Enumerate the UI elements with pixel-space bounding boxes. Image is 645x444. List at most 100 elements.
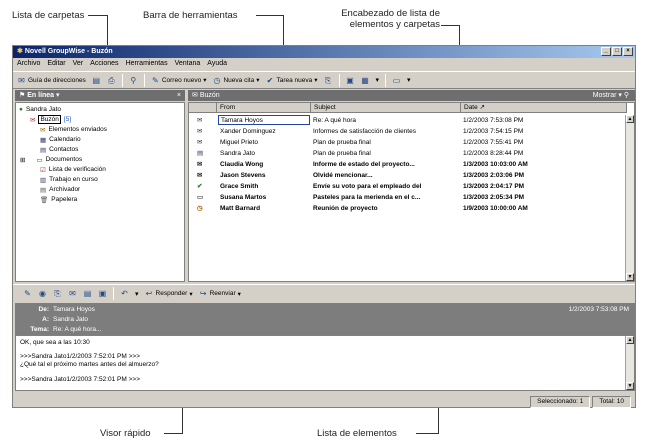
menu-ver[interactable]: Ver: [73, 58, 84, 70]
item-list-scrollbar[interactable]: ▲ ▼: [625, 115, 634, 281]
folder-cabinet[interactable]: ▤ Archivador: [40, 185, 80, 194]
table-row[interactable]: ▤ Sandra Jato Plan de prueba final 1/2/2…: [189, 148, 619, 159]
appointment-icon: ◷: [197, 205, 203, 212]
chevron-down-icon[interactable]: ▾: [135, 290, 139, 298]
column-subject-header[interactable]: Subject: [311, 103, 461, 113]
notes-icon[interactable]: ▤: [92, 76, 101, 85]
print-icon[interactable]: ⎙: [107, 76, 116, 85]
chevron-down-icon[interactable]: ▾: [56, 92, 60, 99]
folder-sent[interactable]: ✉ Elementos enviados: [40, 125, 107, 134]
preview-pane-icon[interactable]: ▣: [98, 289, 107, 298]
menu-bar: Archivo Editar Ver Acciones Herramientas…: [13, 58, 635, 70]
new-mail-icon: ✎: [151, 75, 159, 85]
table-row[interactable]: ▭ Susana Martos Pasteles para la meriend…: [189, 192, 619, 203]
menu-ventana[interactable]: Ventana: [175, 58, 201, 70]
preview-body-line: >>>Sandra Jato1/2/2003 7:52:01 PM >>>: [20, 353, 140, 360]
bookmark-icon[interactable]: ✎: [23, 289, 32, 298]
folder-pane-toggle-icon[interactable]: ▣: [346, 76, 355, 85]
table-row[interactable]: ✉ Miguel Prieto Plan de prueba final 1/2…: [189, 137, 619, 148]
table-row[interactable]: ✉ Tamara Hoyos Re: A qué hora 1/2/2003 7…: [189, 115, 619, 126]
folder-label: Archivador: [49, 186, 81, 193]
forward-button[interactable]: ↪ Reenviar ▾: [199, 289, 241, 298]
table-row[interactable]: ✉ Jason Stevens Olvidé mencionar... 1/3/…: [189, 170, 619, 181]
column-icon-header[interactable]: [189, 103, 217, 113]
preview-from-label: De:: [38, 306, 49, 313]
attach-icon[interactable]: ⎘: [324, 76, 333, 85]
preview-body-line: >>>Sandra Jato1/2/2003 7:52:01 PM >>>: [20, 376, 140, 381]
folder-user[interactable]: ● Sandra Jato: [19, 105, 61, 114]
folder-calendar[interactable]: ▦ Calendario: [40, 135, 81, 144]
mail-icon[interactable]: ✉: [68, 289, 77, 298]
show-label: Mostrar: [592, 92, 617, 99]
cabinet-icon: ▤: [40, 186, 47, 194]
callout-list-header: Encabezado de lista de elementos y carpe…: [310, 8, 440, 30]
properties-icon[interactable]: ⎘: [53, 289, 62, 298]
close-button[interactable]: ×: [623, 47, 633, 56]
menu-archivo[interactable]: Archivo: [17, 58, 40, 70]
folder-pane-close[interactable]: ×: [177, 90, 181, 101]
toolbar-separator: [121, 73, 123, 87]
table-row[interactable]: ✉ Xander Dominguez Informes de satisfacc…: [189, 126, 619, 137]
new-appointment-button[interactable]: ◷ Nueva cita ▾: [212, 76, 259, 85]
envelope-open-icon: ✉: [197, 128, 203, 135]
reply-button[interactable]: ↩ Responder ▾: [145, 289, 193, 298]
folder-checklist[interactable]: ☑ Lista de verificación: [40, 165, 106, 174]
chevron-down-icon[interactable]: ▾: [376, 76, 380, 84]
scroll-up-arrow[interactable]: ▲: [626, 336, 634, 344]
column-date-header[interactable]: Date ↗: [461, 103, 627, 113]
folder-trash[interactable]: 🗑 Papelera: [40, 195, 77, 204]
chevron-down-icon: ▾: [189, 290, 193, 298]
item-subject: Plan de prueba final: [313, 139, 371, 146]
menu-editar[interactable]: Editar: [47, 58, 65, 70]
item-from: Sandra Jato: [220, 150, 256, 157]
folder-contacts[interactable]: ▤ Contactos: [40, 145, 78, 154]
folder-documents[interactable]: ⊞ ▭ Documentos: [20, 155, 82, 164]
search-icon: ⚲: [623, 92, 629, 99]
item-subject: Pasteles para la merienda en el c...: [313, 194, 421, 201]
folder-label: Trabajo en curso: [49, 176, 98, 183]
layout-icon[interactable]: ▦: [361, 76, 370, 85]
item-from: Tamara Hoyos: [218, 115, 310, 125]
online-mode-selector[interactable]: En línea: [27, 92, 54, 99]
window-icon[interactable]: ▭: [392, 76, 401, 85]
new-mail-button[interactable]: ✎ Correo nuevo ▾: [151, 76, 207, 85]
table-row[interactable]: ✉ Claudia Wong Informe de estado del pro…: [189, 159, 619, 170]
layout-icon[interactable]: ▤: [83, 289, 92, 298]
scroll-down-arrow[interactable]: ▼: [626, 382, 634, 390]
folder-work-in-progress[interactable]: ▥ Trabajo en curso: [40, 175, 98, 184]
find-icon[interactable]: ⚲: [129, 76, 138, 85]
new-task-button[interactable]: ✔ Tarea nueva ▾: [265, 76, 318, 85]
expand-icon[interactable]: ⊞: [20, 156, 25, 164]
online-icon: ⚑: [19, 92, 26, 99]
toolbar-separator: [113, 287, 114, 300]
menu-ayuda[interactable]: Ayuda: [207, 58, 227, 70]
scroll-up-arrow[interactable]: ▲: [626, 115, 634, 123]
forward-label: Reenviar: [209, 290, 236, 297]
preview-to-label: A:: [42, 316, 49, 323]
chevron-down-icon[interactable]: ▾: [407, 76, 411, 84]
preview-scrollbar[interactable]: ▲ ▼: [625, 336, 634, 390]
show-menu[interactable]: Mostrar ▾ ⚲: [593, 90, 629, 101]
scroll-down-arrow[interactable]: ▼: [626, 273, 634, 281]
undo-icon[interactable]: ↶: [120, 289, 129, 298]
folder-mailbox[interactable]: ✉ Buzón [5]: [30, 115, 71, 124]
column-from-header[interactable]: From: [217, 103, 311, 113]
menu-herramientas[interactable]: Herramientas: [126, 58, 168, 70]
reply-icon: ↩: [145, 289, 153, 298]
maximize-button[interactable]: □: [612, 47, 622, 56]
quick-info-icon[interactable]: ◉: [38, 289, 47, 298]
item-from: Grace Smith: [220, 183, 259, 190]
table-row[interactable]: ✔ Grace Smith Envíe su voto para el empl…: [189, 181, 619, 192]
calendar-icon: ▦: [40, 136, 47, 144]
menu-acciones[interactable]: Acciones: [90, 58, 118, 70]
minimize-button[interactable]: _: [601, 47, 611, 56]
callout-line: [441, 25, 459, 26]
item-list: From Subject Date ↗ ✉ Tamara Hoyos Re: A…: [188, 102, 635, 282]
chevron-down-icon: ▾: [237, 290, 241, 298]
item-date: 1/2/2003 7:55:41 PM: [463, 139, 524, 146]
work-icon: ▥: [40, 176, 47, 184]
table-row[interactable]: ◷ Matt Barnard Reunión de proyecto 1/9/2…: [189, 203, 619, 214]
item-from: Susana Martos: [220, 194, 267, 201]
address-book-button[interactable]: ✉ Guía de direcciones: [17, 76, 86, 85]
item-date: 1/3/2003 2:05:34 PM: [463, 194, 525, 201]
